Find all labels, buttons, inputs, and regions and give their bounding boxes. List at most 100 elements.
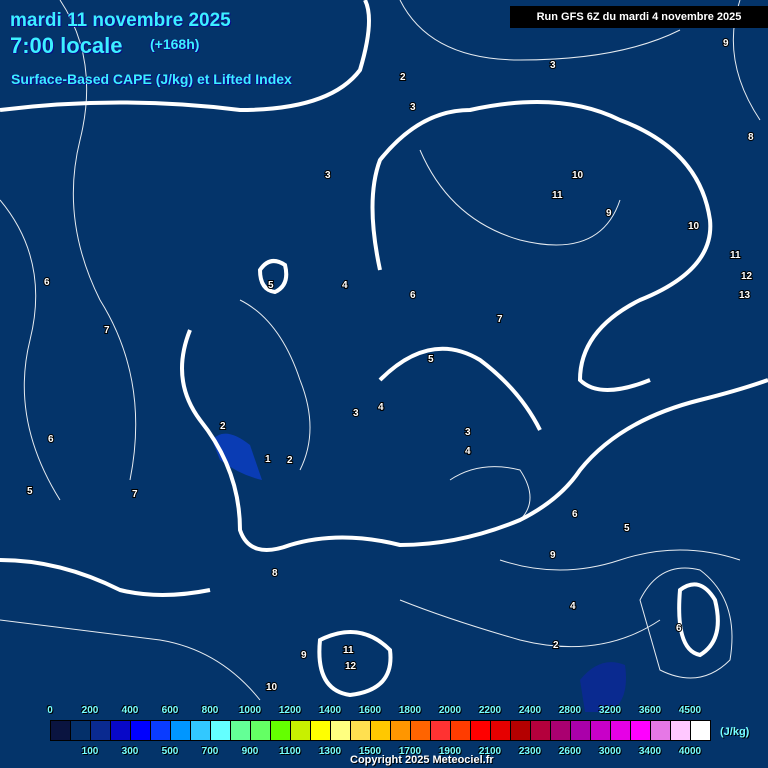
legend-swatch	[171, 721, 191, 740]
svg-text:4: 4	[570, 601, 576, 612]
svg-text:9: 9	[550, 550, 556, 561]
svg-text:10: 10	[266, 682, 278, 693]
svg-text:7: 7	[132, 489, 138, 500]
svg-text:5: 5	[27, 486, 33, 497]
legend-swatch	[291, 721, 311, 740]
legend-swatch	[331, 721, 351, 740]
svg-text:2: 2	[553, 640, 559, 651]
svg-text:8: 8	[748, 132, 754, 143]
legend-label-bottom: 700	[201, 746, 219, 757]
svg-text:11: 11	[343, 645, 354, 656]
legend-swatch	[591, 721, 611, 740]
legend-label-bottom: 300	[121, 746, 139, 757]
legend-label-top: 400	[121, 705, 139, 716]
svg-text:10: 10	[572, 170, 584, 181]
legend-swatch	[551, 721, 571, 740]
legend-swatch	[371, 721, 391, 740]
forecast-map: 2 3 3 4 5 6 7 6 7 5 6 10 11 9 10 11 12 1…	[0, 0, 768, 768]
legend-label-bottom: 900	[241, 746, 259, 757]
legend-label-top: 1400	[318, 705, 342, 716]
color-legend	[50, 720, 711, 741]
svg-text:4: 4	[465, 446, 471, 457]
legend-label-bottom: 1100	[279, 746, 301, 757]
legend-swatch	[51, 721, 71, 740]
legend-label-top: 3200	[598, 705, 622, 716]
legend-swatch	[351, 721, 371, 740]
forecast-date: mardi 11 novembre 2025	[10, 10, 231, 31]
legend-swatch	[211, 721, 231, 740]
svg-text:3: 3	[410, 102, 416, 113]
svg-text:4: 4	[378, 402, 384, 413]
legend-swatch	[391, 721, 411, 740]
legend-label-top: 1000	[238, 705, 262, 716]
svg-text:9: 9	[723, 38, 729, 49]
legend-unit: (J/kg)	[720, 726, 750, 738]
svg-text:6: 6	[410, 290, 416, 301]
svg-text:12: 12	[741, 271, 753, 282]
legend-label-bottom: 4000	[678, 746, 702, 757]
svg-text:5: 5	[268, 280, 274, 291]
svg-text:11: 11	[552, 190, 563, 201]
legend-label-bottom: 3000	[598, 746, 622, 757]
svg-text:3: 3	[353, 408, 359, 419]
svg-text:7: 7	[497, 314, 503, 325]
legend-label-bottom: 100	[81, 746, 99, 757]
legend-swatch	[471, 721, 491, 740]
svg-text:10: 10	[688, 221, 700, 232]
legend-swatch	[611, 721, 631, 740]
svg-text:7: 7	[104, 325, 110, 336]
svg-text:9: 9	[606, 208, 612, 219]
svg-text:5: 5	[624, 523, 630, 534]
legend-swatch	[111, 721, 131, 740]
legend-label-bottom: 500	[161, 746, 179, 757]
legend-label-top: 2200	[478, 705, 502, 716]
svg-text:2: 2	[400, 72, 406, 83]
svg-text:3: 3	[550, 60, 556, 71]
svg-text:12: 12	[345, 661, 357, 672]
legend-swatch	[411, 721, 431, 740]
legend-label-top: 200	[81, 705, 99, 716]
svg-text:6: 6	[48, 434, 54, 445]
legend-swatch	[431, 721, 451, 740]
legend-swatch	[691, 721, 710, 740]
legend-swatch	[651, 721, 671, 740]
legend-label-top: 2000	[438, 705, 462, 716]
legend-swatch	[131, 721, 151, 740]
forecast-lead-time: (+168h)	[150, 36, 200, 52]
legend-swatch	[231, 721, 251, 740]
legend-swatch	[531, 721, 551, 740]
svg-text:13: 13	[739, 290, 751, 301]
svg-text:8: 8	[272, 568, 278, 579]
legend-label-bottom: 2300	[518, 746, 542, 757]
legend-swatch	[571, 721, 591, 740]
legend-swatch	[71, 721, 91, 740]
legend-swatch	[311, 721, 331, 740]
legend-label-top: 800	[201, 705, 219, 716]
svg-text:6: 6	[572, 509, 578, 520]
svg-text:5: 5	[428, 354, 434, 365]
svg-text:11: 11	[730, 250, 741, 261]
run-info: Run GFS 6Z du mardi 4 novembre 2025	[510, 6, 768, 28]
legend-label-top: 1800	[398, 705, 422, 716]
legend-label-top: 0	[47, 705, 53, 716]
legend-label-top: 1600	[358, 705, 382, 716]
legend-label-bottom: 1300	[318, 746, 342, 757]
legend-swatch	[491, 721, 511, 740]
legend-label-top: 4500	[678, 705, 702, 716]
svg-text:3: 3	[465, 427, 471, 438]
legend-label-bottom: 2600	[558, 746, 582, 757]
legend-swatch	[511, 721, 531, 740]
legend-swatch	[271, 721, 291, 740]
legend-label-top: 2400	[518, 705, 542, 716]
legend-swatch	[451, 721, 471, 740]
legend-swatch	[671, 721, 691, 740]
svg-text:6: 6	[676, 623, 682, 634]
svg-text:1: 1	[265, 454, 271, 465]
forecast-time: 7:00 locale	[10, 33, 123, 58]
legend-label-top: 1200	[278, 705, 302, 716]
svg-text:3: 3	[325, 170, 331, 181]
legend-swatch	[91, 721, 111, 740]
svg-text:2: 2	[220, 421, 226, 432]
legend-swatch	[631, 721, 651, 740]
legend-swatch	[251, 721, 271, 740]
